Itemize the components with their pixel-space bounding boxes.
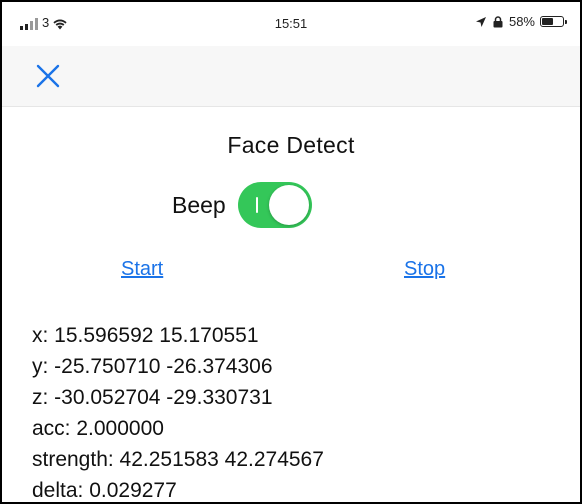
close-icon[interactable] <box>32 60 64 92</box>
readout-strength: strength: 42.251583 42.274567 <box>32 448 324 471</box>
toggle-knob <box>268 185 309 225</box>
page-title: Face Detect <box>227 132 355 158</box>
nav-bar <box>2 46 580 107</box>
stop-link[interactable]: Stop <box>404 258 445 281</box>
battery-fill <box>542 18 553 25</box>
battery-icon <box>540 16 567 27</box>
readout-y: y: -25.750710 -26.374306 <box>32 355 273 378</box>
readout-z: z: -30.052704 -29.330731 <box>32 386 273 409</box>
status-right: 58% <box>475 14 567 29</box>
location-arrow-icon <box>475 16 486 27</box>
app-frame: 3 15:51 58% Face Detect Beep Start Stop … <box>0 0 582 504</box>
toggle-on-mark-icon <box>255 197 258 213</box>
readout-delta: delta: 0.029277 <box>32 479 177 502</box>
start-link[interactable]: Start <box>121 258 163 281</box>
status-bar: 3 15:51 58% <box>2 2 580 46</box>
beep-row: Beep <box>172 182 312 228</box>
beep-toggle[interactable] <box>237 182 312 228</box>
sensor-readouts: x: 15.596592 15.170551 y: -25.750710 -26… <box>32 320 324 502</box>
battery-percent: 58% <box>508 14 535 29</box>
alarm-lock-icon <box>493 15 503 27</box>
readout-x: x: 15.596592 15.170551 <box>32 324 259 347</box>
beep-label: Beep <box>172 191 226 218</box>
readout-acc: acc: 2.000000 <box>32 417 164 440</box>
